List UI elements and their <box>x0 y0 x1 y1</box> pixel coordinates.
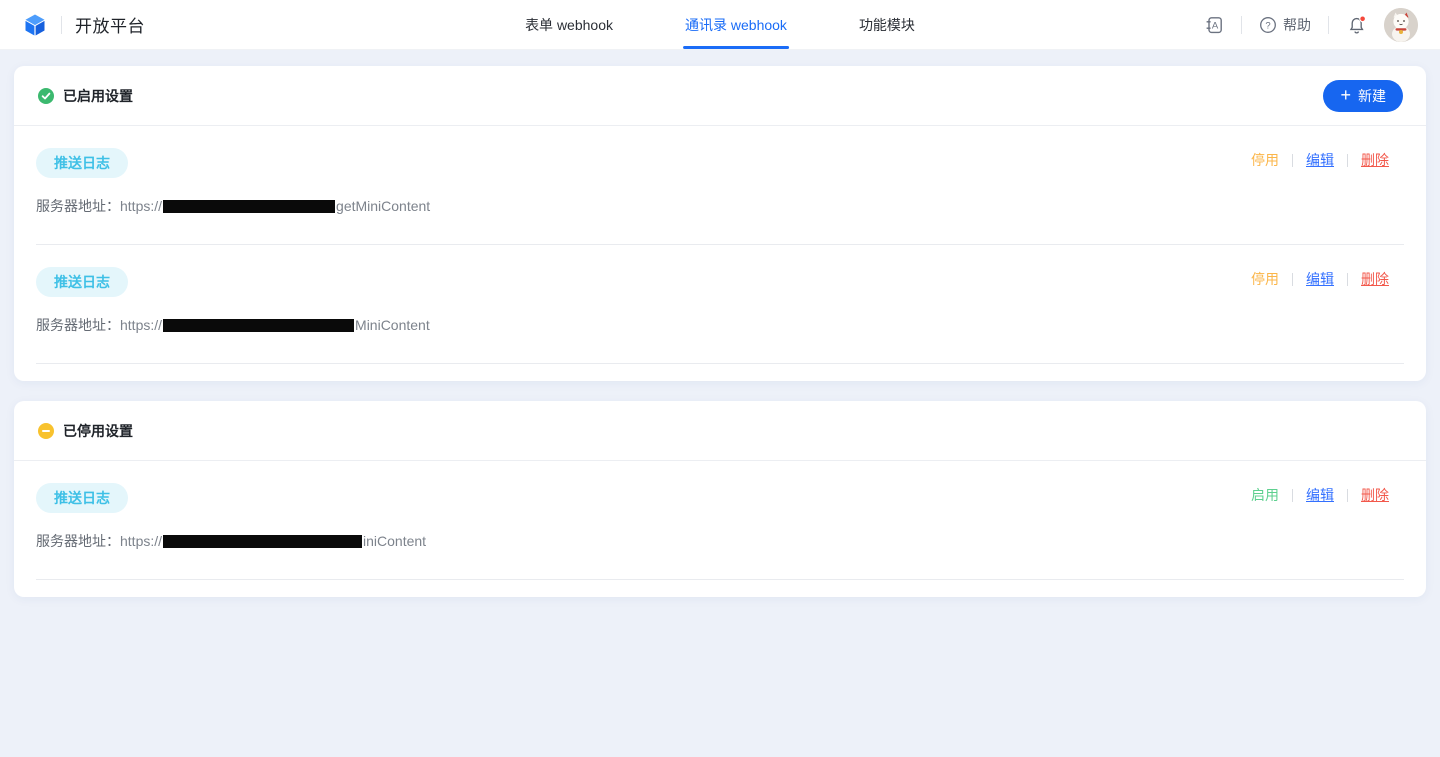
row-divider <box>36 579 1404 580</box>
plus-icon: + <box>1340 86 1351 104</box>
enabled-section-title: 已启用设置 <box>63 86 133 106</box>
tab-feature-modules[interactable]: 功能模块 <box>859 0 915 49</box>
help-label: 帮助 <box>1283 15 1311 35</box>
enabled-settings-header: 已启用设置 + 新建 <box>14 66 1426 126</box>
server-address-label: 服务器地址： <box>36 315 120 335</box>
action-divider <box>1292 154 1293 167</box>
brand-divider <box>61 16 62 34</box>
push-log-badge[interactable]: 推送日志 <box>36 267 128 297</box>
app-logo-cube-icon[interactable] <box>22 12 48 38</box>
action-divider <box>1347 489 1348 502</box>
disabled-settings-card: 已停用设置 推送日志 启用 编辑 删除 服务器地址：https:// iniCon… <box>14 401 1426 597</box>
delete-link[interactable]: 删除 <box>1361 485 1389 505</box>
server-address-line: 服务器地址：https:// iniContent <box>36 533 1404 549</box>
new-button-label: 新建 <box>1358 86 1386 106</box>
redacted-url-segment <box>163 200 335 213</box>
action-divider <box>1347 273 1348 286</box>
action-divider <box>1292 489 1293 502</box>
disabled-settings-header: 已停用设置 <box>14 401 1426 461</box>
notification-bell-icon[interactable] <box>1346 14 1367 35</box>
row-actions: 启用 编辑 删除 <box>1251 485 1389 505</box>
server-url-suffix: getMiniContent <box>336 198 430 214</box>
server-address-label: 服务器地址： <box>36 196 120 216</box>
server-url-prefix: https:// <box>120 533 162 549</box>
new-webhook-button[interactable]: + 新建 <box>1323 80 1403 112</box>
edit-link[interactable]: 编辑 <box>1306 150 1334 170</box>
webhook-row: 推送日志 停用 编辑 删除 服务器地址：https:// getMiniConte… <box>14 126 1426 245</box>
enable-link[interactable]: 启用 <box>1251 485 1279 505</box>
disable-link[interactable]: 停用 <box>1251 150 1279 170</box>
server-url-suffix: iniContent <box>363 533 426 549</box>
redacted-url-segment <box>163 535 362 548</box>
brand: 开放平台 <box>22 12 145 38</box>
address-book-letter: A <box>1212 20 1219 31</box>
nav-tabs: 表单 webhook 通讯录 webhook 功能模块 <box>525 0 915 49</box>
question-mark-icon: ? <box>1265 20 1270 31</box>
navbar-divider-2 <box>1328 16 1329 34</box>
enabled-check-icon <box>38 88 54 104</box>
navbar-divider-1 <box>1241 16 1242 34</box>
row-actions: 停用 编辑 删除 <box>1251 150 1389 170</box>
push-log-badge[interactable]: 推送日志 <box>36 483 128 513</box>
redacted-url-segment <box>163 319 354 332</box>
help-button[interactable]: ? 帮助 <box>1259 15 1311 35</box>
server-url-prefix: https:// <box>120 317 162 333</box>
action-divider <box>1292 273 1293 286</box>
server-address-line: 服务器地址：https:// getMiniContent <box>36 198 1404 214</box>
push-log-badge[interactable]: 推送日志 <box>36 148 128 178</box>
webhook-row: 推送日志 停用 编辑 删除 服务器地址：https:// MiniContent <box>14 245 1426 364</box>
disable-link[interactable]: 停用 <box>1251 269 1279 289</box>
tab-form-webhook[interactable]: 表单 webhook <box>525 0 613 49</box>
main-content: 已启用设置 + 新建 推送日志 停用 编辑 删除 服务器地址：https://g… <box>14 66 1426 597</box>
page-title: 开放平台 <box>75 12 145 37</box>
navbar-right: A ? 帮助 <box>1204 8 1418 42</box>
edit-link[interactable]: 编辑 <box>1306 485 1334 505</box>
row-actions: 停用 编辑 删除 <box>1251 269 1389 289</box>
disabled-section-title: 已停用设置 <box>63 421 133 441</box>
server-address-line: 服务器地址：https:// MiniContent <box>36 317 1404 333</box>
disabled-minus-icon <box>38 423 54 439</box>
webhook-row: 推送日志 启用 编辑 删除 服务器地址：https:// iniContent <box>14 461 1426 580</box>
edit-link[interactable]: 编辑 <box>1306 269 1334 289</box>
enabled-settings-card: 已启用设置 + 新建 推送日志 停用 编辑 删除 服务器地址：https://g… <box>14 66 1426 381</box>
row-divider <box>36 363 1404 364</box>
server-address-label: 服务器地址： <box>36 531 120 551</box>
address-book-icon[interactable]: A <box>1204 15 1224 35</box>
top-navbar: 开放平台 表单 webhook 通讯录 webhook 功能模块 A ? 帮助 <box>0 0 1440 50</box>
tab-contacts-webhook[interactable]: 通讯录 webhook <box>685 0 787 49</box>
server-url-suffix: MiniContent <box>355 317 430 333</box>
action-divider <box>1347 154 1348 167</box>
notification-unread-dot <box>1360 16 1366 22</box>
avatar[interactable] <box>1384 8 1418 42</box>
server-url-prefix: https:// <box>120 198 162 214</box>
delete-link[interactable]: 删除 <box>1361 150 1389 170</box>
delete-link[interactable]: 删除 <box>1361 269 1389 289</box>
